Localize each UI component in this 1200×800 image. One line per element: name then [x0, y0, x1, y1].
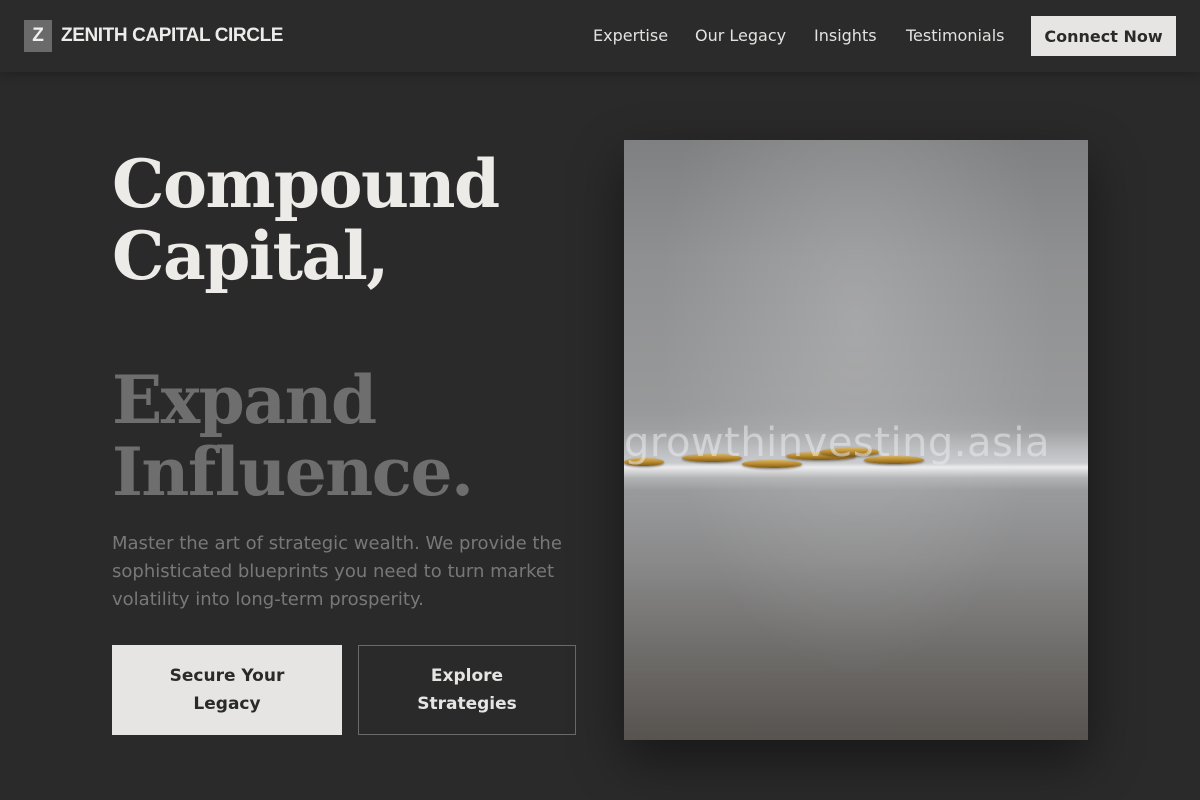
- connect-now-button[interactable]: Connect Now: [1031, 16, 1176, 56]
- nav-link-testimonials[interactable]: Testimonials: [906, 26, 1005, 45]
- nav-link-expertise[interactable]: Expertise: [593, 26, 668, 45]
- secure-your-legacy-button[interactable]: Secure Your Legacy: [112, 645, 342, 735]
- top-navigation-bar: Z ZENITH CAPITAL CIRCLE Expertise Our Le…: [0, 0, 1200, 72]
- nav-links: Expertise Our Legacy Insights Testimonia…: [0, 0, 1200, 72]
- image-watermark-text: growthinvesting.asia: [624, 420, 1050, 466]
- hero-coins-image: growthinvesting.asia: [624, 140, 1088, 740]
- hero-headline: Compound Capital, Expand Influence.: [112, 148, 592, 508]
- nav-link-our-legacy[interactable]: Our Legacy: [695, 26, 786, 45]
- explore-strategies-button[interactable]: Explore Strategies: [358, 645, 576, 735]
- headline-line-2: Expand Influence.: [112, 361, 474, 511]
- hero-lead-paragraph: Master the art of strategic wealth. We p…: [112, 533, 562, 610]
- headline-line-1: Compound Capital,: [112, 145, 500, 295]
- nav-link-insights[interactable]: Insights: [814, 26, 877, 45]
